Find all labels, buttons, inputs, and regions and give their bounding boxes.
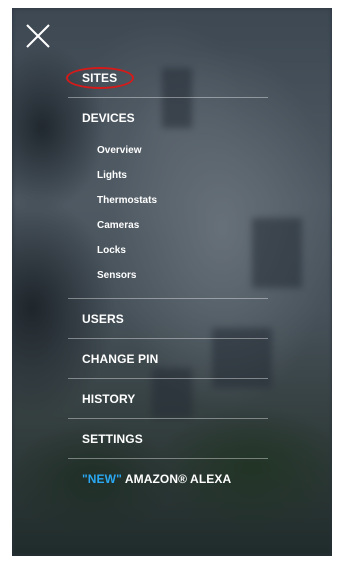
close-icon[interactable]: [24, 22, 52, 50]
menu-item-history[interactable]: HISTORY: [68, 379, 268, 419]
menu-subitem-overview[interactable]: Overview: [68, 138, 268, 163]
devices-section: DEVICES Overview Lights Thermostats Came…: [68, 98, 268, 299]
side-menu: SITES DEVICES Overview Lights Thermostat…: [66, 58, 268, 499]
app-screen: SITES DEVICES Overview Lights Thermostat…: [12, 8, 332, 556]
menu-item-users[interactable]: USERS: [68, 299, 268, 339]
menu-item-devices[interactable]: DEVICES: [68, 98, 268, 138]
menu-subitem-locks[interactable]: Locks: [68, 238, 268, 263]
menu-item-sites-label: SITES: [82, 71, 118, 85]
menu-item-change-pin[interactable]: CHANGE PIN: [68, 339, 268, 379]
menu-subitem-cameras[interactable]: Cameras: [68, 213, 268, 238]
new-tag: "NEW": [82, 472, 122, 486]
menu-subitem-thermostats[interactable]: Thermostats: [68, 188, 268, 213]
menu-item-settings[interactable]: SETTINGS: [68, 419, 268, 459]
menu-subitem-sensors[interactable]: Sensors: [68, 263, 268, 288]
menu-item-amazon-alexa[interactable]: "NEW" AMAZON® ALEXA: [68, 459, 268, 499]
menu-item-sites[interactable]: SITES: [66, 58, 268, 98]
menu-subitem-lights[interactable]: Lights: [68, 163, 268, 188]
menu-item-alexa-label: AMAZON® ALEXA: [121, 472, 232, 486]
